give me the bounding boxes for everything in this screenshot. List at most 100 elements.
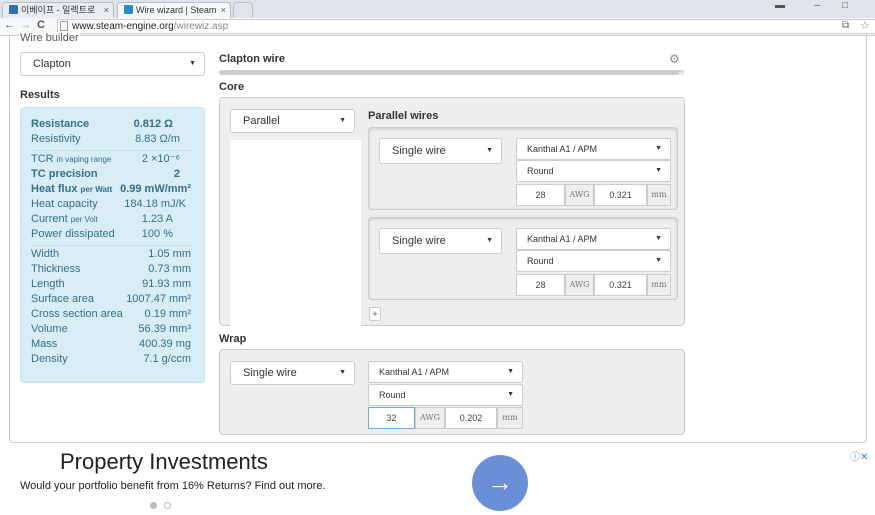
translate-icon[interactable]: ⧉	[842, 20, 849, 31]
chevron-down-icon: ▼	[339, 369, 346, 376]
select-value: Single wire	[392, 145, 446, 157]
results-heading: Results	[20, 89, 60, 101]
core-left-area	[230, 140, 361, 326]
tab-label: 이베이프 - 일렉트로	[21, 5, 96, 15]
minimize-icon[interactable]: –	[810, 0, 824, 12]
diameter-unit: mm	[647, 184, 671, 206]
url-host: www.steam-engine.org	[72, 21, 174, 32]
forward-icon[interactable]: →	[20, 19, 31, 31]
result-resistivity: Resistivity 8.83 Ω/m	[31, 133, 180, 145]
result-heat-capacity: Heat capacity 184.18 mJ/K	[31, 198, 186, 210]
wrap-kind-select[interactable]: Single wire ▼	[230, 361, 355, 385]
result-surface-area: Surface area 1007.47 mm²	[31, 293, 191, 305]
maximize-icon[interactable]: □	[838, 0, 852, 12]
select-value: Round	[527, 256, 554, 266]
chevron-down-icon: ▼	[507, 391, 514, 398]
chevron-down-icon: ▼	[486, 237, 493, 244]
select-value: Round	[527, 166, 554, 176]
results-divider	[31, 245, 191, 246]
url-path: /wirewiz.asp	[173, 21, 229, 32]
wire-builder-legend: Wire builder	[19, 32, 80, 44]
chevron-down-icon: ▼	[486, 147, 493, 154]
steam-engine-favicon-icon	[124, 5, 133, 14]
wrap-diameter-input[interactable]: 0.202	[445, 407, 497, 429]
material-select[interactable]: Kanthal A1 / APM ▼	[516, 138, 671, 160]
progress-bar	[219, 70, 684, 75]
result-length: Length 91.93 mm	[31, 278, 191, 290]
ad-choices-icon[interactable]: ⓘ✕	[850, 448, 868, 463]
result-width: Width 1.05 mm	[31, 248, 191, 260]
chevron-down-icon: ▼	[655, 167, 662, 174]
wrap-shape-select[interactable]: Round ▼	[368, 384, 523, 406]
select-value: Parallel	[243, 115, 280, 127]
profile-icon[interactable]: ▬	[772, 0, 788, 12]
result-mass: Mass 400.39 mg	[31, 338, 191, 350]
result-heat-flux: Heat flux per Watt 0.99 mW/mm²	[31, 183, 191, 195]
page-icon	[60, 21, 68, 31]
result-cross-section: Cross section area 0.19 mm²	[31, 308, 191, 320]
close-tab-icon[interactable]: ×	[221, 3, 226, 17]
ad-arrow-button[interactable]: →	[472, 455, 528, 511]
gear-icon[interactable]: ⚙	[669, 52, 680, 66]
bookmark-star-icon[interactable]: ☆	[860, 19, 870, 32]
core-heading: Core	[219, 81, 245, 93]
select-value: Kanthal A1 / APM	[379, 367, 450, 377]
select-value: Single wire	[243, 367, 297, 379]
select-value: Kanthal A1 / APM	[527, 234, 598, 244]
ad-text[interactable]: Would your portfolio benefit from 16% Re…	[20, 480, 326, 492]
result-power: Power dissipated 100 %	[31, 228, 173, 240]
wire-kind-select[interactable]: Single wire ▼	[379, 228, 502, 254]
section-title: Clapton wire	[219, 53, 286, 65]
chevron-down-icon: ▼	[655, 257, 662, 264]
result-resistance: Resistance 0.812 Ω	[31, 118, 173, 130]
core-mode-select[interactable]: Parallel ▼	[230, 109, 355, 133]
wrap-heading: Wrap	[219, 333, 247, 345]
url-field[interactable]: www.steam-engine.org/wirewiz.asp	[57, 19, 875, 34]
wire-type-select[interactable]: Clapton ▼	[20, 52, 205, 76]
wrap-material-select[interactable]: Kanthal A1 / APM ▼	[368, 361, 523, 383]
result-current: Current per Volt 1.23 A	[31, 213, 173, 225]
chevron-down-icon: ▼	[339, 117, 346, 124]
gauge-unit: AWG	[565, 184, 594, 206]
new-tab-button[interactable]	[233, 2, 253, 18]
shape-select[interactable]: Round ▼	[516, 160, 671, 182]
reload-icon[interactable]: C	[37, 19, 45, 31]
gauge-unit: AWG	[565, 274, 594, 296]
result-thickness: Thickness 0.73 mm	[31, 263, 191, 275]
shape-select[interactable]: Round ▼	[516, 250, 671, 272]
carousel-dot[interactable]	[164, 502, 171, 509]
ad-title[interactable]: Property Investments	[60, 449, 268, 475]
close-tab-icon[interactable]: ×	[104, 3, 109, 17]
gauge-input[interactable]: 28	[516, 184, 565, 206]
result-volume: Volume 56.39 mm³	[31, 323, 191, 335]
parallel-wires-heading: Parallel wires	[368, 110, 439, 122]
diameter-input[interactable]: 0.321	[594, 184, 647, 206]
select-value: Single wire	[392, 235, 446, 247]
chevron-down-icon: ▼	[507, 368, 514, 375]
chevron-down-icon: ▼	[655, 235, 662, 242]
gauge-input[interactable]: 28	[516, 274, 565, 296]
results-divider	[31, 150, 191, 151]
diameter-input[interactable]: 0.321	[594, 274, 647, 296]
ebay-favicon-icon	[9, 5, 18, 14]
material-select[interactable]: Kanthal A1 / APM ▼	[516, 228, 671, 250]
wrap-gauge-unit: AWG	[415, 407, 445, 429]
wrap-diameter-unit: mm	[497, 407, 523, 429]
select-value: Round	[379, 390, 406, 400]
back-icon[interactable]: ←	[4, 19, 15, 31]
result-density: Density 7.1 g/ccm	[31, 353, 191, 365]
chevron-down-icon: ▼	[189, 60, 196, 67]
select-value: Kanthal A1 / APM	[527, 144, 598, 154]
wire-kind-select[interactable]: Single wire ▼	[379, 138, 502, 164]
browser-tab-2[interactable]: Wire wizard | Steam ×	[117, 2, 231, 18]
carousel-dot-active[interactable]	[150, 502, 157, 509]
select-value: Clapton	[33, 58, 71, 70]
wrap-gauge-input[interactable]: 32	[368, 407, 415, 429]
result-tcr: TCR in vaping range 2 ×10⁻⁶	[31, 153, 180, 165]
chevron-down-icon: ▼	[655, 145, 662, 152]
browser-tab-1[interactable]: 이베이프 - 일렉트로 ×	[2, 2, 114, 18]
add-parallel-wire-button[interactable]: +	[369, 307, 381, 321]
diameter-unit: mm	[647, 274, 671, 296]
tab-label: Wire wizard | Steam	[136, 5, 217, 15]
result-tc-precision: TC precision 2	[31, 168, 180, 180]
